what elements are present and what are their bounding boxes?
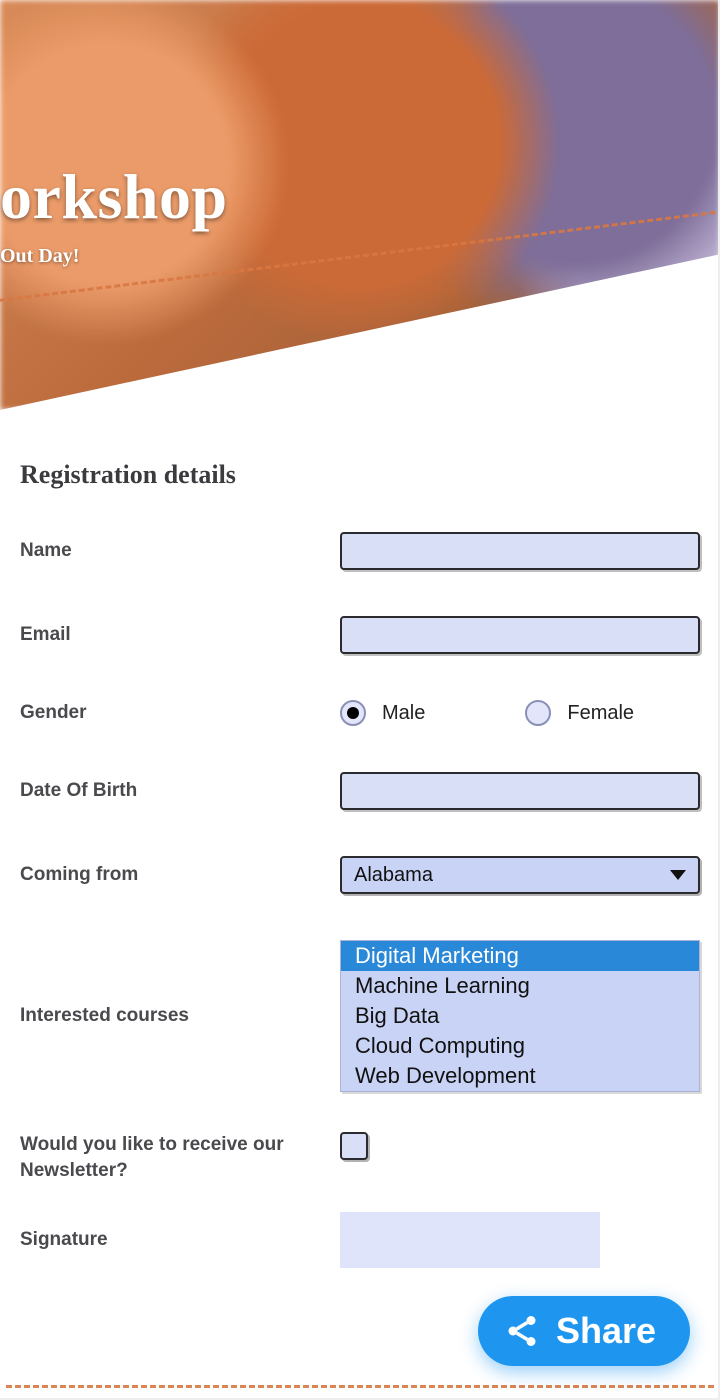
row-newsletter: Would you like to receive our Newsletter… xyxy=(20,1132,700,1184)
row-coming-from: Coming from Alabama xyxy=(20,856,700,894)
label-name: Name xyxy=(20,540,340,562)
courses-multiselect[interactable]: Digital Marketing Machine Learning Big D… xyxy=(340,940,700,1092)
label-courses: Interested courses xyxy=(20,1005,340,1027)
hero-subtitle: Out Day! xyxy=(0,245,79,268)
radio-female[interactable]: Female xyxy=(525,700,634,726)
row-gender: Gender Male Female xyxy=(20,700,700,726)
coming-from-select[interactable]: Alabama xyxy=(340,856,700,894)
label-dob: Date Of Birth xyxy=(20,780,340,802)
course-option[interactable]: Machine Learning xyxy=(341,971,699,1001)
name-input[interactable] xyxy=(340,532,700,570)
course-option[interactable]: Web Development xyxy=(341,1061,699,1091)
radio-dot-icon xyxy=(340,700,366,726)
section-title: Registration details xyxy=(20,460,700,490)
label-newsletter: Would you like to receive our Newsletter… xyxy=(20,1132,340,1184)
label-signature: Signature xyxy=(20,1229,340,1251)
newsletter-checkbox[interactable] xyxy=(340,1132,368,1160)
course-option[interactable]: Cloud Computing xyxy=(341,1031,699,1061)
share-button[interactable]: Share xyxy=(478,1296,690,1366)
row-courses: Interested courses Digital Marketing Mac… xyxy=(20,940,700,1092)
share-icon xyxy=(504,1313,540,1349)
course-option[interactable]: Digital Marketing xyxy=(341,941,699,971)
row-email: Email xyxy=(20,616,700,654)
radio-female-label: Female xyxy=(567,702,634,725)
radio-male[interactable]: Male xyxy=(340,700,425,726)
coming-from-selected: Alabama xyxy=(354,864,433,887)
chevron-down-icon xyxy=(670,870,686,880)
hero-banner: orkshop Out Day! xyxy=(0,0,720,410)
label-gender: Gender xyxy=(20,702,340,724)
row-signature: Signature xyxy=(20,1212,700,1268)
dob-input[interactable] xyxy=(340,772,700,810)
radio-dot-icon xyxy=(525,700,551,726)
share-button-label: Share xyxy=(556,1310,656,1352)
label-coming-from: Coming from xyxy=(20,864,340,886)
divider-dashed-bottom xyxy=(6,1385,714,1388)
registration-form: Registration details Name Email Gender M… xyxy=(0,460,720,1328)
row-dob: Date Of Birth xyxy=(20,772,700,810)
course-option[interactable]: Big Data xyxy=(341,1001,699,1031)
email-input[interactable] xyxy=(340,616,700,654)
row-name: Name xyxy=(20,532,700,570)
signature-pad[interactable] xyxy=(340,1212,600,1268)
radio-male-label: Male xyxy=(382,702,425,725)
label-email: Email xyxy=(20,624,340,646)
hero-title: orkshop xyxy=(0,160,228,234)
